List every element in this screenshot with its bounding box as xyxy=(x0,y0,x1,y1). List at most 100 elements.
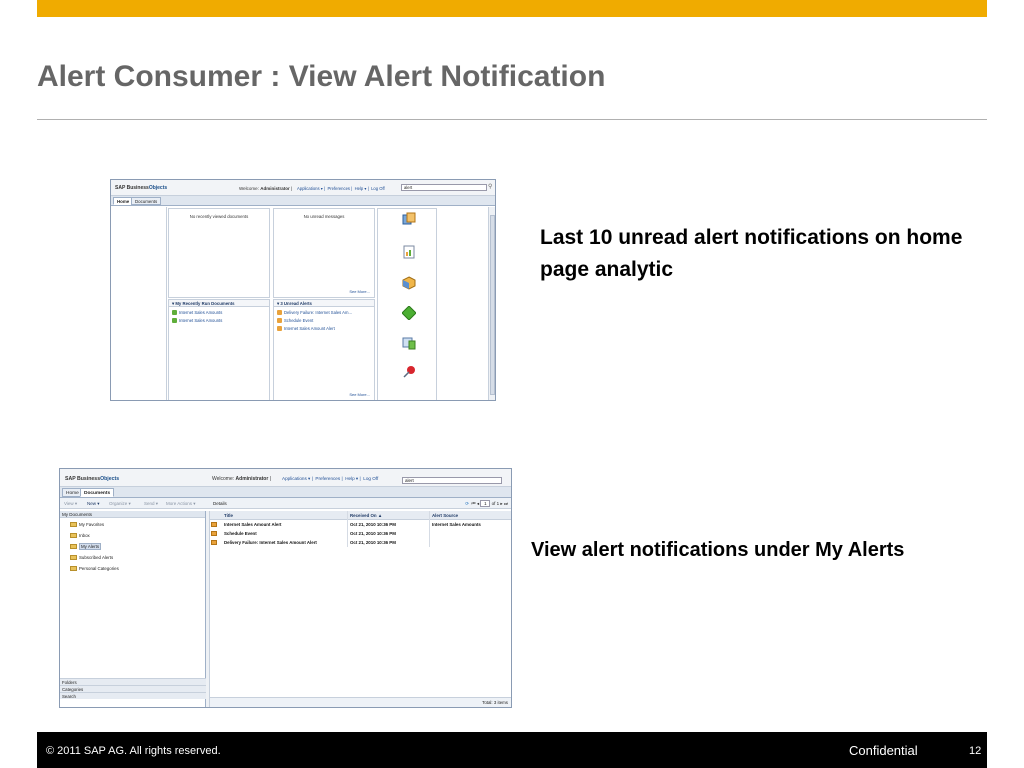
sap-logo: SAP BusinessObjects xyxy=(115,185,168,191)
documents-screenshot: SAP BusinessObjects Welcome: Administrat… xyxy=(59,468,512,708)
table-row[interactable]: Delivery Failure: Internet Sales Amount … xyxy=(210,538,511,547)
more-actions-menu-button[interactable]: More Actions ▾ xyxy=(166,498,196,509)
recently-run-panel: ▾ My Recently Run Documents Internet Sal… xyxy=(168,299,270,400)
accordion-categories[interactable]: Categories xyxy=(60,685,206,692)
alert-icon xyxy=(277,318,282,324)
documents-stack-icon[interactable] xyxy=(402,212,416,226)
panel-header[interactable]: ▾ My Recently Run Documents xyxy=(169,300,269,307)
see-more-link[interactable]: See More... xyxy=(349,289,370,294)
nav-help[interactable]: Help ▾ xyxy=(345,476,358,481)
list-item[interactable]: Schedule Event xyxy=(277,317,371,325)
tab-bar: Home Documents xyxy=(111,196,495,206)
list-item[interactable]: Internet Sales Amount Alert xyxy=(277,325,371,333)
nav-preferences[interactable]: Preferences xyxy=(327,186,350,191)
folder-icon xyxy=(70,522,77,528)
cell-title: Delivery Failure: Internet Sales Amount … xyxy=(222,538,348,547)
status-bar: Total: 3 items xyxy=(210,697,511,707)
cell-received-on: Oct 21, 2010 10:36 PM xyxy=(348,520,430,529)
send-menu-button[interactable]: Send ▾ xyxy=(144,498,158,509)
empty-message: No unread messages xyxy=(303,214,345,219)
home-page-screenshot: SAP BusinessObjects Welcome: Administrat… xyxy=(110,179,496,401)
nav-applications[interactable]: Applications ▾ xyxy=(297,186,323,191)
cell-alert-source xyxy=(430,529,511,538)
refresh-icon[interactable]: ⟳ xyxy=(465,501,469,506)
alerts-table: Title Received On ▲ Alert Source Interne… xyxy=(210,511,511,697)
next-page-icon[interactable]: ▸ xyxy=(500,501,502,506)
tree-item-subscribed-alerts[interactable]: Subscribed Alerts xyxy=(70,554,113,562)
cell-title: Internet Sales Amount Alert xyxy=(222,520,348,529)
analytics-icon[interactable] xyxy=(402,336,416,350)
list-item[interactable]: Internet Sales Amounts xyxy=(172,309,266,317)
cube-icon[interactable] xyxy=(402,276,416,290)
panel-header[interactable]: ▾ 3 Unread Alerts xyxy=(274,300,374,307)
alert-folder-icon xyxy=(70,544,77,550)
list-item[interactable]: Internet Sales Amounts xyxy=(172,317,266,325)
toolbar: View ▾ New ▾ Organize ▾ Send ▾ More Acti… xyxy=(60,498,511,509)
recently-viewed-panel: No recently viewed documents xyxy=(168,208,270,298)
accordion-search[interactable]: Search xyxy=(60,692,206,699)
copyright: © 2011 SAP AG. All rights reserved. xyxy=(46,745,221,757)
left-column xyxy=(111,207,167,400)
last-page-icon[interactable]: ⏭ xyxy=(504,501,508,506)
welcome-text: Welcome: Administrator | xyxy=(212,476,272,482)
slide-title: Alert Consumer : View Alert Notification xyxy=(37,60,606,93)
see-more-link[interactable]: See More... xyxy=(349,392,370,397)
confidential-label: Confidential xyxy=(849,743,918,758)
tree-item-personal-categories[interactable]: Personal Categories xyxy=(70,565,119,573)
alert-icon xyxy=(211,522,217,527)
new-menu-button[interactable]: New ▾ xyxy=(87,498,100,509)
report-icon[interactable] xyxy=(402,245,416,259)
nav-log-off[interactable]: Log Off xyxy=(363,476,378,481)
first-page-icon[interactable]: ⏮ xyxy=(472,501,476,506)
list-item[interactable]: Delivery Failure: Internet Sales Am... xyxy=(277,309,371,317)
accent-bar xyxy=(37,0,987,17)
welcome-text: Welcome: Administrator | xyxy=(239,186,293,191)
nav-log-off[interactable]: Log Off xyxy=(371,186,385,191)
pager: ⟳ ⏮ ◂ 1 of 1 ▸ ⏭ xyxy=(465,500,508,507)
column-alert-source[interactable]: Alert Source xyxy=(430,511,511,520)
launch-icons-column xyxy=(377,208,437,400)
tree-item-my-favorites[interactable]: My Favorites xyxy=(70,521,104,529)
search-input[interactable]: alert xyxy=(401,184,487,191)
page-number-input[interactable]: 1 xyxy=(480,500,491,507)
tab-documents[interactable]: Documents xyxy=(131,197,162,205)
footer: © 2011 SAP AG. All rights reserved. Conf… xyxy=(37,732,987,768)
view-menu-button[interactable]: View ▾ xyxy=(64,498,77,509)
nav-applications[interactable]: Applications ▾ xyxy=(282,476,310,481)
empty-message: No recently viewed documents xyxy=(189,214,249,219)
scrollbar-thumb[interactable] xyxy=(490,215,495,395)
table-row[interactable]: Internet Sales Amount Alert Oct 21, 2010… xyxy=(210,520,511,529)
home-page-caption: Last 10 unread alert notifications on ho… xyxy=(540,226,963,281)
prev-page-icon[interactable]: ◂ xyxy=(477,501,479,506)
nav-help[interactable]: Help ▾ xyxy=(355,186,367,191)
title-divider xyxy=(37,119,987,120)
top-nav: Applications ▾ | Preferences | Help ▾ | … xyxy=(282,476,379,481)
tree-item-my-alerts[interactable]: My Alerts xyxy=(70,543,102,551)
details-button[interactable]: Details xyxy=(213,498,227,509)
search-icon[interactable]: ⚲ xyxy=(488,183,492,190)
app-header: SAP BusinessObjects Welcome: Administrat… xyxy=(60,469,511,487)
page-count: of 1 xyxy=(491,501,500,506)
column-received-on[interactable]: Received On ▲ xyxy=(348,511,430,520)
search-input[interactable]: alert xyxy=(402,477,502,484)
page-number: 12 xyxy=(969,745,982,757)
nav-preferences[interactable]: Preferences xyxy=(315,476,340,481)
unread-messages-panel: No unread messages See More... xyxy=(273,208,375,298)
sap-logo: SAP BusinessObjects xyxy=(65,476,120,482)
accordion-folders[interactable]: Folders xyxy=(60,678,206,685)
folder-icon xyxy=(70,555,77,561)
column-title[interactable]: Title xyxy=(222,511,348,520)
pin-icon[interactable] xyxy=(402,365,416,379)
cell-alert-source: Internet Sales Amounts xyxy=(430,520,511,529)
vertical-scrollbar[interactable] xyxy=(488,207,495,400)
cell-title: Schedule Event xyxy=(222,529,348,538)
category-icon xyxy=(70,566,77,572)
tree-item-inbox[interactable]: Inbox xyxy=(70,532,90,540)
green-diamond-icon[interactable] xyxy=(402,306,416,320)
table-row[interactable]: Schedule Event Oct 21, 2010 10:36 PM xyxy=(210,529,511,538)
unread-alerts-panel: ▾ 3 Unread Alerts Delivery Failure: Inte… xyxy=(273,299,375,400)
alert-icon xyxy=(277,326,282,332)
organize-menu-button[interactable]: Organize ▾ xyxy=(109,498,131,509)
tab-bar: Home Documents xyxy=(60,487,511,498)
tab-documents[interactable]: Documents xyxy=(80,488,115,497)
